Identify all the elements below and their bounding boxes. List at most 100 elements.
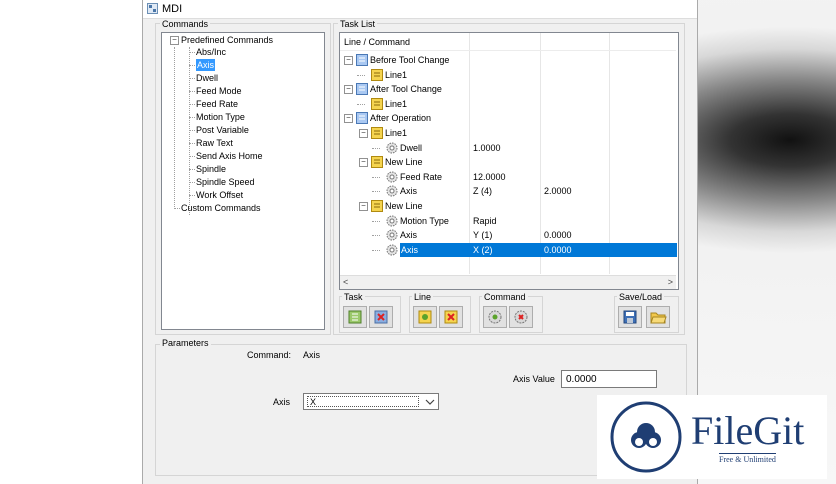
chevron-down-icon[interactable]	[424, 397, 436, 407]
table-row[interactable]: Dwell 1.0000	[340, 141, 676, 156]
task-row-label[interactable]: Line1	[385, 126, 407, 140]
tree-guide	[189, 52, 195, 53]
tree-item-spindle[interactable]: Spindle	[196, 163, 226, 175]
task-row-value1[interactable]: Rapid	[473, 214, 497, 228]
table-row[interactable]: Axis Z (4) 2.0000	[340, 184, 676, 199]
delete-command-icon	[514, 310, 528, 324]
column-header-line-command[interactable]: Line / Command	[344, 35, 410, 49]
task-row-label[interactable]: Axis	[400, 184, 417, 198]
collapse-icon[interactable]: −	[359, 202, 368, 211]
tree-item-feed-rate[interactable]: Feed Rate	[196, 98, 238, 110]
tree-item-work-offset[interactable]: Work Offset	[196, 189, 243, 201]
task-row-value1[interactable]: 12.0000	[473, 170, 506, 184]
collapse-icon[interactable]: −	[344, 85, 353, 95]
task-row-label[interactable]: Before Tool Change	[370, 53, 449, 67]
task-row-label[interactable]: Dwell	[400, 141, 422, 155]
collapse-icon[interactable]: −	[170, 36, 179, 45]
collapse-icon[interactable]: −	[359, 158, 368, 168]
tree-item-spindle-speed[interactable]: Spindle Speed	[196, 176, 255, 188]
tree-item-dwell[interactable]: Dwell	[196, 72, 218, 84]
collapse-icon[interactable]: −	[359, 129, 368, 138]
add-line-button[interactable]	[413, 306, 437, 328]
horizontal-scrollbar[interactable]: < >	[340, 275, 676, 289]
task-row-value2[interactable]: 2.0000	[544, 184, 572, 198]
saveload-toolbar-label: Save/Load	[617, 292, 665, 302]
task-row-label[interactable]: New Line	[385, 155, 423, 169]
table-row[interactable]: − After Tool Change	[340, 82, 676, 97]
table-row[interactable]: − After Operation	[340, 111, 676, 126]
axis-value-field[interactable]: 0.0000	[561, 370, 657, 388]
task-row-label[interactable]: Feed Rate	[400, 170, 442, 184]
tree-guide	[189, 130, 195, 131]
load-button[interactable]	[646, 306, 670, 328]
gear-icon	[386, 142, 398, 156]
commands-tree[interactable]: − Predefined Commands Abs/Inc Axis Dwell…	[161, 32, 325, 330]
task-row-value1[interactable]: X (2)	[473, 243, 493, 257]
line-icon	[371, 200, 383, 214]
tree-guide	[189, 47, 190, 215]
delete-line-button[interactable]	[439, 306, 463, 328]
task-row-label[interactable]: Line1	[385, 68, 407, 82]
scroll-left-arrow-icon[interactable]: <	[343, 277, 348, 287]
tree-item-motion-type[interactable]: Motion Type	[196, 111, 245, 123]
tree-guide	[189, 195, 195, 196]
tree-item-raw-text[interactable]: Raw Text	[196, 137, 233, 149]
delete-command-button[interactable]	[509, 306, 533, 328]
table-row[interactable]: Motion Type Rapid	[340, 214, 676, 229]
watermark-brand: FileGit	[691, 408, 805, 453]
task-row-label[interactable]: Line1	[385, 97, 407, 111]
task-row-value2[interactable]: 0.0000	[544, 243, 572, 257]
task-row-label[interactable]: After Operation	[370, 111, 431, 125]
line-icon	[371, 127, 383, 141]
line-icon	[371, 68, 383, 83]
task-row-value2[interactable]: 0.0000	[544, 228, 572, 242]
axis-select[interactable]: X	[303, 393, 439, 410]
watermark-tagline: Free & Unlimited	[719, 453, 776, 464]
table-row[interactable]: − Before Tool Change	[340, 53, 676, 68]
tree-predefined-commands[interactable]: Predefined Commands	[181, 34, 273, 46]
gear-icon	[386, 229, 398, 243]
tree-item-post-variable[interactable]: Post Variable	[196, 124, 249, 136]
collapse-icon[interactable]: −	[344, 114, 353, 124]
folder-group-icon	[356, 83, 368, 97]
scroll-right-arrow-icon[interactable]: >	[668, 277, 673, 287]
delete-line-icon	[444, 310, 458, 324]
task-row-value1[interactable]: Y (1)	[473, 228, 492, 242]
filegit-watermark: FileGit Free & Unlimited	[597, 395, 827, 479]
folder-group-icon	[356, 54, 368, 68]
task-list-group-label: Task List	[338, 19, 378, 29]
axis-value-label: Axis Value	[513, 374, 555, 384]
table-row[interactable]: − New Line	[340, 155, 676, 170]
tree-item-axis[interactable]: Axis	[196, 59, 216, 71]
task-row-label[interactable]: After Tool Change	[370, 82, 442, 96]
task-list-grid[interactable]: Line / Command − Before Tool Change Line1−…	[339, 32, 679, 290]
add-task-button[interactable]	[343, 306, 367, 328]
task-row-label[interactable]: Axis	[400, 228, 417, 242]
task-row-label[interactable]: New Line	[385, 199, 423, 213]
tree-guide	[189, 91, 195, 92]
title-bar: MDI	[143, 0, 697, 19]
task-row-value1[interactable]: 1.0000	[473, 141, 501, 155]
table-row[interactable]: Line1	[340, 68, 676, 83]
task-row-value1[interactable]: Z (4)	[473, 184, 492, 198]
task-row-label[interactable]: Motion Type	[400, 214, 449, 228]
table-row[interactable]: − New Line	[340, 199, 676, 214]
delete-task-button[interactable]	[369, 306, 393, 328]
tree-item-abs-inc[interactable]: Abs/Inc	[196, 46, 226, 58]
line-toolbar-label: Line	[412, 292, 434, 302]
tree-item-feed-mode[interactable]: Feed Mode	[196, 85, 242, 97]
add-line-icon	[418, 310, 432, 324]
command-value: Axis	[303, 350, 321, 360]
tree-item-send-axis-home[interactable]: Send Axis Home	[196, 150, 263, 162]
table-row[interactable]: Axis X (2) 0.0000	[340, 242, 677, 258]
table-row[interactable]: Feed Rate 12.0000	[340, 170, 676, 185]
tree-guide	[174, 208, 180, 209]
table-row[interactable]: Axis Y (1) 0.0000	[340, 228, 676, 243]
tree-guide	[372, 191, 380, 193]
tree-custom-commands[interactable]: Custom Commands	[181, 202, 261, 214]
save-button[interactable]	[618, 306, 642, 328]
table-row[interactable]: Line1	[340, 97, 676, 112]
add-command-button[interactable]	[483, 306, 507, 328]
table-row[interactable]: − Line1	[340, 126, 676, 141]
collapse-icon[interactable]: −	[344, 56, 353, 65]
